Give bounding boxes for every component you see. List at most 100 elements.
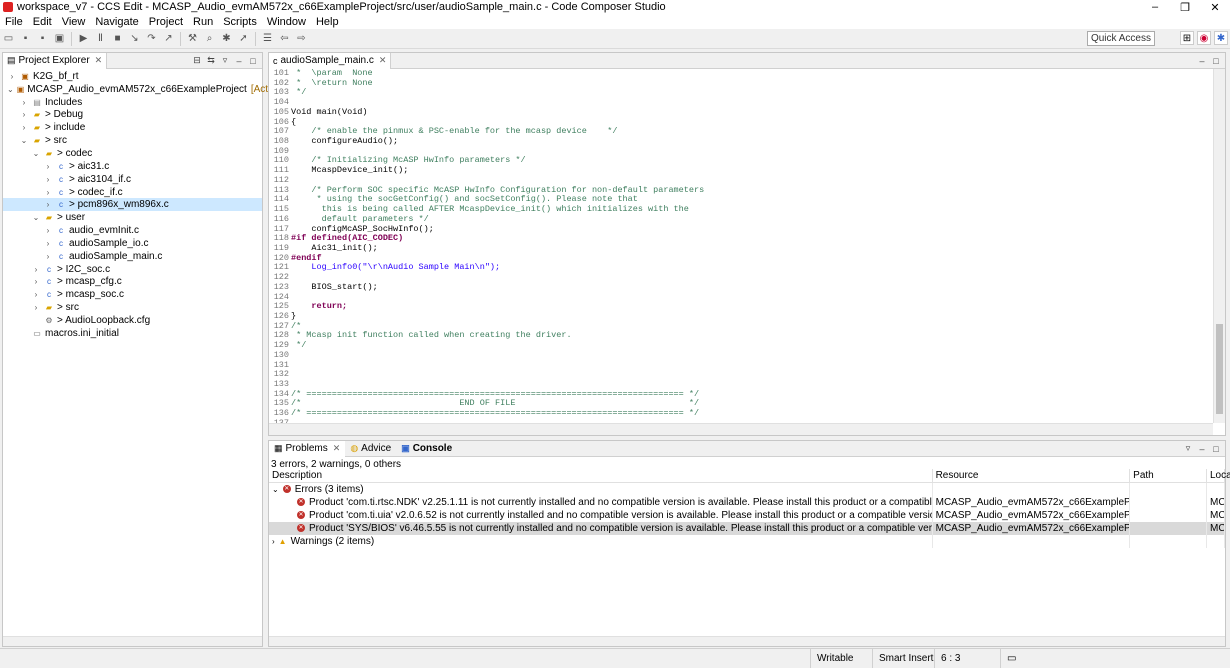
chevron-right-icon[interactable]: › [19, 110, 29, 119]
code-line[interactable]: 126} [269, 311, 1213, 322]
tree-item[interactable]: › c audio_evmInit.c [3, 224, 262, 237]
open-perspective-icon[interactable]: ⊞ [1180, 31, 1194, 45]
view-menu-icon[interactable]: ▿ [1182, 442, 1194, 455]
code-line[interactable]: 117 configMcASP_SocHwInfo(); [269, 224, 1213, 235]
chevron-right-icon[interactable]: › [43, 162, 53, 171]
chevron-right-icon[interactable]: › [31, 265, 41, 274]
tab-problems[interactable]: ▦ Problems ✕ [269, 440, 346, 457]
collapse-all-icon[interactable]: ⊟ [191, 54, 203, 67]
restore-button[interactable]: ❐ [1170, 0, 1200, 14]
menu-edit[interactable]: Edit [28, 16, 57, 28]
chevron-right-icon[interactable]: › [43, 226, 53, 235]
tree-item[interactable]: › c > mcasp_soc.c [3, 288, 262, 301]
explorer-horizontal-scrollbar[interactable] [3, 636, 262, 646]
menu-view[interactable]: View [57, 16, 91, 28]
code-line[interactable]: 132 [269, 370, 1213, 380]
tree-item[interactable]: › ▣ K2G_bf_rt [3, 70, 262, 83]
close-button[interactable]: ✕ [1200, 0, 1230, 14]
table-row[interactable]: ✕ Product 'SYS/BIOS' v6.46.5.55 is not cu… [269, 522, 1225, 535]
back-icon[interactable]: ⇦ [278, 32, 291, 45]
code-line[interactable]: 101 * \param None [269, 69, 1213, 79]
code-line[interactable]: 105 Void main(Void) [269, 107, 1213, 118]
code-line[interactable]: 118 #if defined(AIC_CODEC) [269, 233, 1213, 244]
chevron-right-icon[interactable]: › [272, 537, 275, 546]
tree-item[interactable]: › ▰ > include [3, 121, 262, 134]
tab-project-explorer[interactable]: ▤ Project Explorer ✕ [3, 52, 108, 69]
tree-item[interactable]: ▭ macros.ini_initial [3, 327, 262, 340]
run-icon[interactable]: ➚ [237, 32, 250, 45]
code-line[interactable]: 103 */ [269, 88, 1213, 98]
chevron-down-icon[interactable]: ⌄ [19, 136, 29, 145]
code-line[interactable]: 130 [269, 350, 1213, 361]
tree-item[interactable]: › ▰ > Debug [3, 109, 262, 122]
tree-item[interactable]: › c > I2C_soc.c [3, 263, 262, 276]
editor-horizontal-scrollbar[interactable] [269, 423, 1213, 435]
scroll-thumb[interactable] [1216, 324, 1223, 414]
tree-item[interactable]: ⌄ ▣ MCASP_Audio_evmAM572x_c66ExampleProjec… [3, 83, 308, 96]
view-menu-icon[interactable]: ▿ [219, 54, 231, 67]
warnings-group-row[interactable]: › ▲ Warnings (2 items) [269, 535, 1225, 548]
maximize-view-icon[interactable]: □ [1210, 54, 1222, 67]
errors-group-row[interactable]: ⌄ ✕ Errors (3 items) [269, 483, 1225, 496]
code-line[interactable]: 119 Aic31_init(); [269, 243, 1213, 254]
column-description[interactable]: Description [269, 469, 933, 482]
code-line[interactable]: 131 [269, 360, 1213, 371]
editor-vertical-scrollbar[interactable] [1213, 69, 1225, 423]
close-icon[interactable]: ✕ [379, 55, 387, 66]
tree-item[interactable]: › ▤ Includes [3, 96, 262, 109]
code-line[interactable]: 102 * \return None [269, 78, 1213, 89]
column-location[interactable]: Loca [1207, 469, 1230, 482]
chevron-down-icon[interactable]: ⌄ [31, 149, 41, 158]
chevron-right-icon[interactable]: › [43, 239, 53, 248]
menu-scripts[interactable]: Scripts [218, 16, 262, 28]
chevron-down-icon[interactable]: ⌄ [272, 485, 279, 494]
code-line[interactable]: 110 /* Initializing McASP HwInfo paramet… [269, 156, 1213, 166]
code-line[interactable]: 125 return; [269, 302, 1213, 312]
step-over-icon[interactable]: ↷ [145, 32, 158, 45]
maximize-view-icon[interactable]: □ [247, 54, 259, 67]
code-area[interactable]: 101 * \param None 102 * \return None 103 *… [269, 69, 1213, 423]
chevron-right-icon[interactable]: › [43, 200, 53, 209]
close-icon[interactable]: ✕ [333, 443, 341, 454]
chevron-right-icon[interactable]: › [43, 175, 53, 184]
close-icon[interactable]: ✕ [95, 55, 103, 66]
save-icon[interactable]: ▪ [19, 32, 32, 45]
table-row[interactable]: ✕ Product 'com.ti.uia' v2.0.6.52 is not c… [269, 509, 1225, 522]
column-resource[interactable]: Resource [933, 469, 1131, 482]
code-line[interactable]: 108 configureAudio(); [269, 136, 1213, 147]
chevron-down-icon[interactable]: ⌄ [7, 85, 14, 94]
tab-advice[interactable]: ◍ Advice [345, 441, 396, 457]
tree-item[interactable]: › ▰ > src [3, 301, 262, 314]
tree-item[interactable]: › c > codec_if.c [3, 186, 262, 199]
menu-help[interactable]: Help [311, 16, 344, 28]
tree-item[interactable]: ⚙ > AudioLoopback.cfg [3, 314, 262, 327]
menu-navigate[interactable]: Navigate [90, 16, 143, 28]
terminate-icon[interactable]: ■ [111, 32, 124, 45]
code-line[interactable]: 136/* ==================================… [269, 408, 1213, 419]
link-editor-icon[interactable]: ⇆ [205, 54, 217, 67]
chevron-down-icon[interactable]: ⌄ [31, 213, 41, 222]
tree-item[interactable]: › c > aic31.c [3, 160, 262, 173]
tree-item[interactable]: › c audioSample_main.c [3, 250, 262, 263]
code-line[interactable]: 121 Log_info0("\r\nAudio Sample Main\n")… [269, 263, 1213, 273]
code-line[interactable]: 122 [269, 272, 1213, 283]
tree-item[interactable]: › c > aic3104_if.c [3, 173, 262, 186]
tree-item[interactable]: › c audioSample_io.c [3, 237, 262, 250]
debug-icon[interactable]: ✱ [220, 32, 233, 45]
tree-item[interactable]: › c > mcasp_cfg.c [3, 276, 262, 289]
code-line[interactable]: 107 /* enable the pinmux & PSC-enable fo… [269, 127, 1213, 137]
chevron-right-icon[interactable]: › [31, 290, 41, 299]
tab-audiosample-main[interactable]: c audioSample_main.c ✕ [269, 52, 392, 69]
chevron-right-icon[interactable]: › [31, 277, 41, 286]
code-line[interactable]: 123 BIOS_start(); [269, 282, 1213, 293]
new-icon[interactable]: ▭ [2, 32, 15, 45]
menu-file[interactable]: File [0, 16, 28, 28]
code-line[interactable]: 124 [269, 292, 1213, 303]
chevron-right-icon[interactable]: › [31, 303, 41, 312]
minimize-view-icon[interactable]: – [233, 54, 245, 67]
step-return-icon[interactable]: ↗ [162, 32, 175, 45]
suspend-icon[interactable]: Ⅱ [94, 32, 107, 45]
step-into-icon[interactable]: ↘ [128, 32, 141, 45]
menu-project[interactable]: Project [144, 16, 188, 28]
status-memory-icon[interactable]: ▭ [1000, 649, 1030, 668]
